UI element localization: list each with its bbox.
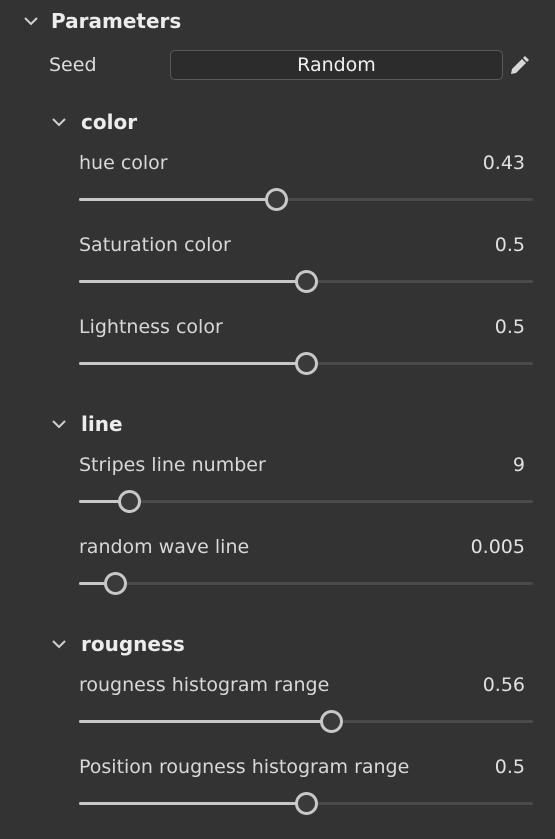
chevron-down-icon[interactable] [51,114,67,130]
slider-thumb[interactable] [319,710,343,733]
slider-fill [79,280,306,283]
slider-track[interactable] [79,710,533,733]
slider-fill [79,802,306,805]
param-label: Position rougness histogram range [79,756,410,778]
param-value[interactable]: 0.43 [483,152,525,174]
section-title-line[interactable]: line [81,412,123,436]
random-seed-button[interactable]: Random [170,50,503,80]
slider-fill [79,362,306,365]
slider-thumb[interactable] [117,490,141,513]
slider-track[interactable] [79,792,533,815]
chevron-down-icon[interactable] [51,636,67,652]
param-value[interactable]: 9 [513,454,525,476]
param-label: random wave line [79,536,250,558]
chevron-down-icon[interactable] [23,13,39,29]
slider-track[interactable] [79,270,533,293]
slider-track[interactable] [79,188,533,211]
param-value[interactable]: 0.56 [483,674,525,696]
chevron-down-icon[interactable] [51,416,67,432]
param-label: hue color [79,152,168,174]
slider-thumb[interactable] [104,572,128,595]
slider-thumb[interactable] [295,792,318,815]
slider-thumb[interactable] [295,270,318,293]
section-title-rougness[interactable]: rougness [81,632,185,656]
panel-title[interactable]: Parameters [51,9,181,33]
param-label: Lightness color [79,316,223,338]
param-value[interactable]: 0.5 [495,756,525,778]
slider-track[interactable] [79,352,533,375]
slider-track[interactable] [79,490,533,513]
param-value[interactable]: 0.005 [471,536,525,558]
slider-fill [79,720,331,723]
param-label: Stripes line number [79,454,266,476]
param-label: Saturation color [79,234,231,256]
slider-fill [79,198,277,201]
param-value[interactable]: 0.5 [495,316,525,338]
section-title-color[interactable]: color [81,110,137,134]
slider-thumb[interactable] [265,188,289,211]
slider-thumb[interactable] [295,352,318,375]
param-value[interactable]: 0.5 [495,234,525,256]
param-label: rougness histogram range [79,674,330,696]
seed-label: Seed [49,54,97,76]
slider-track[interactable] [79,572,533,595]
pencil-icon[interactable] [508,55,530,77]
